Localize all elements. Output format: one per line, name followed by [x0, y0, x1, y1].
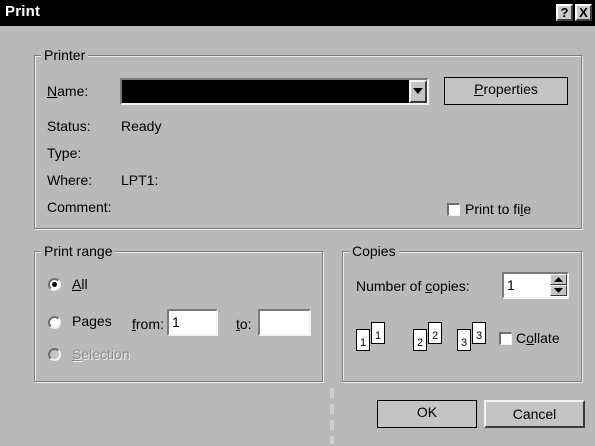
printer-name-dropdown[interactable] [120, 78, 429, 105]
print-to-file-checkbox[interactable] [447, 203, 460, 216]
collate-page-icon: 2 [428, 322, 442, 344]
arrow-up-icon [554, 277, 563, 282]
pages-label[interactable]: Pages [72, 313, 112, 330]
printer-legend: Printer [41, 47, 89, 63]
collate-page-icon: 3 [457, 329, 471, 351]
close-button[interactable]: X [575, 4, 592, 21]
copies-legend: Copies [349, 243, 399, 259]
name-label: Name: [47, 83, 89, 99]
collate-page-icon: 3 [472, 322, 486, 344]
status-value: Ready [121, 118, 162, 134]
help-button[interactable]: ? [556, 4, 573, 21]
collate-page-icon: 2 [413, 329, 427, 351]
properties-button[interactable]: Properties [444, 77, 568, 105]
print-to-file-label[interactable]: Print to file [465, 201, 531, 218]
collate-page-icon: 1 [371, 322, 385, 344]
from-value: 1 [172, 314, 180, 330]
where-label: Where: [47, 172, 93, 188]
radio-selection [48, 348, 61, 361]
from-label: from: [132, 316, 164, 332]
spin-down-button[interactable] [550, 285, 567, 296]
dropdown-arrow-button[interactable] [409, 80, 427, 103]
comment-label: Comment: [47, 199, 112, 215]
radio-pages[interactable] [48, 316, 61, 329]
divider [330, 388, 334, 444]
type-label: Type: [47, 145, 82, 161]
arrow-down-icon [554, 288, 563, 293]
status-label: Status: [47, 118, 91, 134]
radio-selected-dot [52, 282, 57, 287]
to-label: to: [236, 316, 252, 332]
all-label[interactable]: All [72, 276, 88, 293]
cancel-button[interactable]: Cancel [484, 400, 585, 428]
collate-label[interactable]: Collate [516, 330, 560, 347]
where-value: LPT1: [121, 172, 159, 188]
dialog-title: Print [5, 3, 41, 20]
selection-label: Selection [72, 346, 130, 362]
number-of-copies-label: Number of copies: [356, 278, 470, 294]
print-range-legend: Print range [41, 243, 116, 259]
collate-checkbox[interactable] [499, 332, 512, 345]
radio-all[interactable] [48, 278, 61, 291]
ok-button[interactable]: OK [377, 400, 477, 428]
collate-page-icon: 1 [356, 329, 370, 351]
from-input[interactable]: 1 [167, 309, 218, 336]
title-bar[interactable]: Print ? X [0, 0, 595, 26]
copies-value: 1 [507, 277, 515, 293]
spin-up-button[interactable] [550, 274, 567, 285]
copies-spinner[interactable]: 1 [502, 272, 569, 299]
chevron-down-icon [413, 88, 423, 94]
copies-group: Copies [342, 243, 582, 382]
to-input[interactable] [258, 309, 311, 336]
print-dialog: Print ? X Printer Name: Properties Statu… [0, 0, 595, 446]
